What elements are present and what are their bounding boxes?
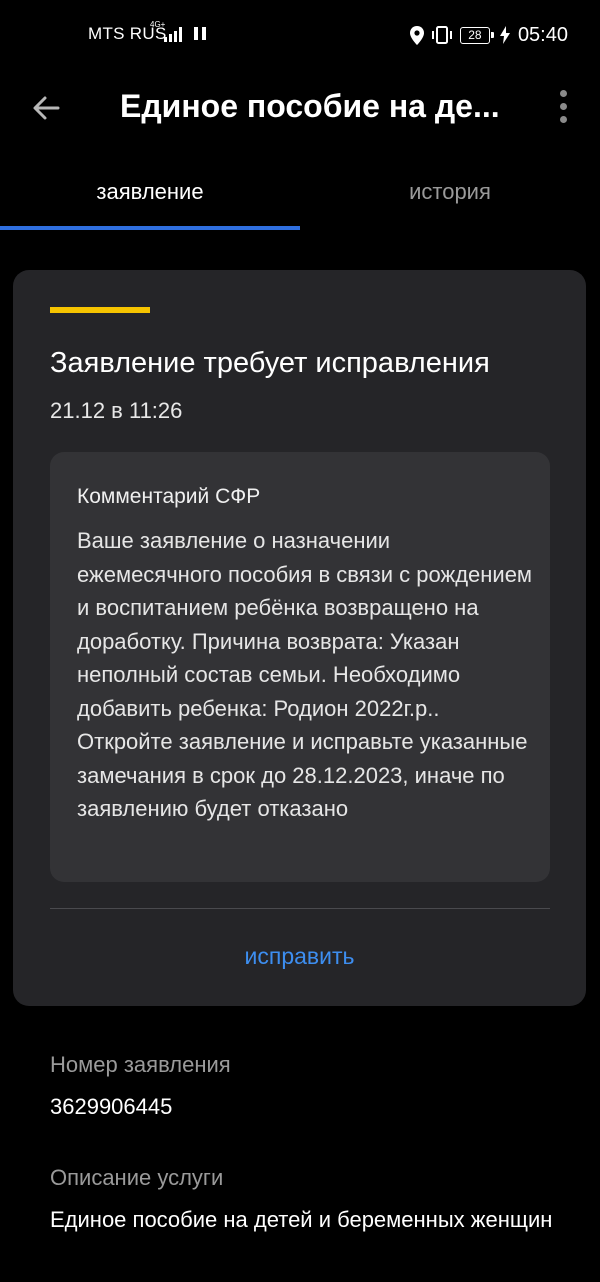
back-button[interactable] (24, 86, 68, 130)
tab-bar: заявление история (0, 160, 600, 232)
status-card: Заявление требует исправления 21.12 в 11… (13, 270, 586, 1006)
status-date: 21.12 в 11:26 (50, 398, 183, 423)
divider (50, 908, 550, 909)
clock: 05:40 (517, 23, 568, 46)
comment-box: Комментарий СФР Ваше заявление о назначе… (50, 452, 550, 882)
page-title: Единое пособие на де... (120, 88, 500, 124)
fix-button[interactable]: исправить (13, 926, 586, 986)
application-number-value: 3629906445 (50, 1094, 173, 1119)
tab-history[interactable]: история (300, 160, 600, 226)
arrow-left-icon (33, 96, 60, 120)
more-vertical-icon (560, 90, 567, 97)
status-title: Заявление требует исправления (50, 347, 490, 379)
vibrate-icon (431, 26, 452, 44)
battery-icon: 28 (459, 26, 494, 44)
battery-level: 28 (468, 27, 482, 42)
comment-text: Ваше заявление о назначении ежемесячного… (77, 528, 533, 821)
location-icon (409, 25, 424, 45)
service-description-label: Описание услуги (50, 1165, 224, 1190)
tab-indicator (0, 226, 300, 230)
pause-icon (194, 27, 208, 42)
charging-icon (499, 26, 510, 44)
status-bar: MTS RUS 4G+ 28 05:40 (0, 0, 600, 72)
tab-application[interactable]: заявление (0, 160, 300, 226)
more-options-button[interactable] (548, 86, 580, 126)
app-header: Единое пособие на де... (0, 72, 600, 148)
status-accent-bar (50, 307, 150, 313)
comment-heading: Комментарий СФР (77, 485, 261, 508)
application-number-label: Номер заявления (50, 1052, 231, 1077)
signal-icon (164, 27, 182, 42)
service-description-value: Единое пособие на детей и беременных жен… (50, 1207, 553, 1232)
